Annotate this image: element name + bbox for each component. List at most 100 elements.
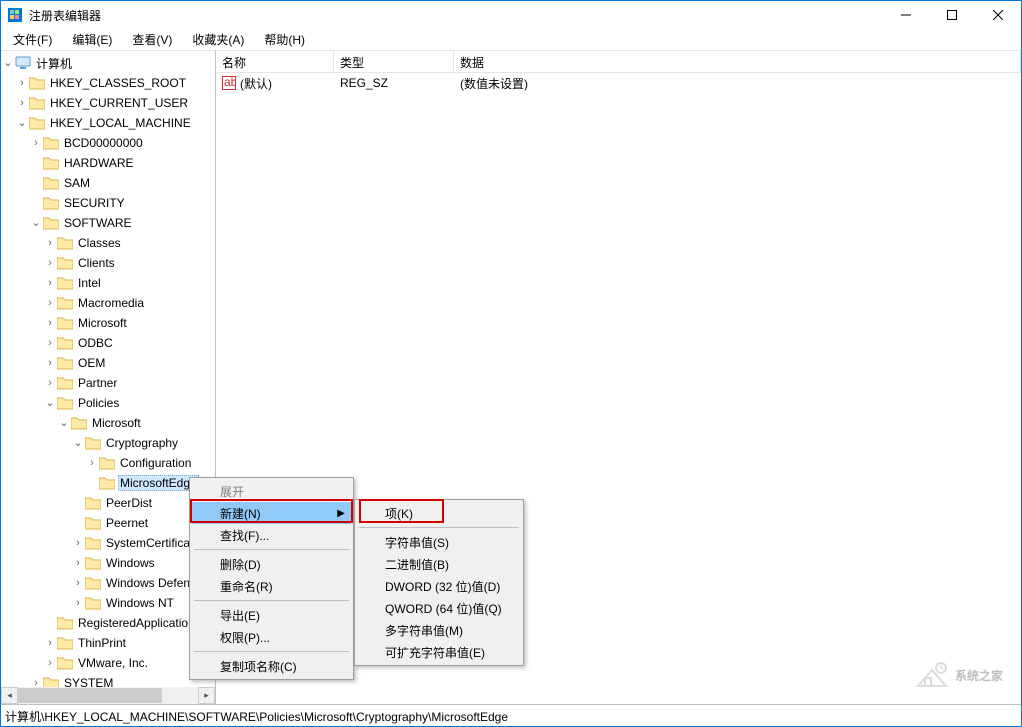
tree-hkcu[interactable]: ›HKEY_CURRENT_USER	[1, 93, 215, 113]
tree-peernet[interactable]: ›Peernet	[1, 513, 215, 533]
expander-icon[interactable]: ›	[43, 256, 57, 270]
tree-partner[interactable]: ›Partner	[1, 373, 215, 393]
statusbar: 计算机\HKEY_LOCAL_MACHINE\SOFTWARE\Policies…	[1, 704, 1021, 726]
ctx-permissions[interactable]: 权限(P)...	[192, 626, 351, 648]
ctx-new[interactable]: 新建(N)▶	[192, 502, 351, 524]
tree-oem[interactable]: ›OEM	[1, 353, 215, 373]
scroll-left-button[interactable]: ◂	[1, 687, 18, 704]
column-header-data[interactable]: 数据	[454, 51, 1021, 72]
expander-icon[interactable]: ⌄	[57, 416, 71, 430]
tree-security[interactable]: ›SECURITY	[1, 193, 215, 213]
ctx-new-key[interactable]: 项(K)	[357, 502, 521, 524]
expander-icon[interactable]: ⌄	[29, 216, 43, 230]
tree-windows[interactable]: ›Windows	[1, 553, 215, 573]
expander-icon[interactable]: ›	[71, 556, 85, 570]
expander-icon[interactable]: ⌄	[43, 396, 57, 410]
expander-icon[interactable]: ›	[71, 596, 85, 610]
folder-icon	[85, 496, 101, 510]
tree-clients[interactable]: ›Clients	[1, 253, 215, 273]
tree-hklm[interactable]: ⌄HKEY_LOCAL_MACHINE	[1, 113, 215, 133]
column-header-name[interactable]: 名称	[216, 51, 334, 72]
tree-pane[interactable]: ⌄计算机 ›HKEY_CLASSES_ROOT ›HKEY_CURRENT_US…	[1, 51, 216, 704]
ctx-new-qword[interactable]: QWORD (64 位)值(Q)	[357, 597, 521, 619]
expander-icon[interactable]: ⌄	[1, 56, 15, 70]
ctx-export[interactable]: 导出(E)	[192, 604, 351, 626]
tree-windowsdef[interactable]: ›Windows Defender	[1, 573, 215, 593]
tree-horizontal-scrollbar[interactable]: ◂ ▸	[1, 687, 215, 704]
tree-policies[interactable]: ⌄Policies	[1, 393, 215, 413]
tree-microsoft[interactable]: ›Microsoft	[1, 313, 215, 333]
expander-icon[interactable]: ›	[29, 136, 43, 150]
tree-microsoftedge[interactable]: ›MicrosoftEdge	[1, 473, 215, 493]
folder-icon	[43, 156, 59, 170]
folder-icon	[57, 636, 73, 650]
menu-favorites[interactable]: 收藏夹(A)	[184, 29, 252, 50]
menu-help[interactable]: 帮助(H)	[256, 29, 313, 50]
expander-icon[interactable]: ›	[43, 356, 57, 370]
scroll-thumb[interactable]	[18, 688, 162, 703]
ctx-new-binary[interactable]: 二进制值(B)	[357, 553, 521, 575]
tree-intel[interactable]: ›Intel	[1, 273, 215, 293]
expander-icon[interactable]: ›	[85, 456, 99, 470]
menu-view[interactable]: 查看(V)	[124, 29, 180, 50]
tree-hkcr[interactable]: ›HKEY_CLASSES_ROOT	[1, 73, 215, 93]
expander-icon[interactable]: ›	[71, 536, 85, 550]
tree-sam[interactable]: ›SAM	[1, 173, 215, 193]
expander-icon[interactable]: ⌄	[15, 116, 29, 130]
close-button[interactable]	[975, 1, 1021, 29]
svg-text:ab: ab	[224, 76, 236, 89]
expander-icon[interactable]: ›	[43, 336, 57, 350]
folder-icon	[43, 136, 59, 150]
expander-icon[interactable]: ›	[71, 576, 85, 590]
expander-icon[interactable]: ›	[43, 656, 57, 670]
tree-regapps[interactable]: ›RegisteredApplications	[1, 613, 215, 633]
computer-icon	[15, 56, 31, 70]
ctx-new-string[interactable]: 字符串值(S)	[357, 531, 521, 553]
expander-icon[interactable]: ›	[43, 276, 57, 290]
expander-icon[interactable]: ›	[43, 296, 57, 310]
maximize-button[interactable]	[929, 1, 975, 29]
tree-software[interactable]: ⌄SOFTWARE	[1, 213, 215, 233]
expander-icon[interactable]: ⌄	[71, 436, 85, 450]
minimize-button[interactable]	[883, 1, 929, 29]
expander-icon[interactable]: ›	[43, 236, 57, 250]
ctx-new-dword[interactable]: DWORD (32 位)值(D)	[357, 575, 521, 597]
list-row[interactable]: ab (默认) REG_SZ (数值未设置)	[216, 73, 1021, 93]
tree-windowsnt[interactable]: ›Windows NT	[1, 593, 215, 613]
tree-cryptography[interactable]: ⌄Cryptography	[1, 433, 215, 453]
ctx-delete[interactable]: 删除(D)	[192, 553, 351, 575]
menu-edit[interactable]: 编辑(E)	[64, 29, 120, 50]
ctx-new-expandstring[interactable]: 可扩充字符串值(E)	[357, 641, 521, 663]
tree-classes[interactable]: ›Classes	[1, 233, 215, 253]
expander-icon[interactable]: ›	[43, 636, 57, 650]
tree-macromedia[interactable]: ›Macromedia	[1, 293, 215, 313]
tree-hardware[interactable]: ›HARDWARE	[1, 153, 215, 173]
expander-icon[interactable]: ›	[43, 376, 57, 390]
tree-systemcert[interactable]: ›SystemCertificates	[1, 533, 215, 553]
folder-icon	[57, 236, 73, 250]
expander-icon[interactable]: ›	[15, 96, 29, 110]
tree-peerdist[interactable]: ›PeerDist	[1, 493, 215, 513]
expander-icon[interactable]: ›	[43, 316, 57, 330]
ctx-find[interactable]: 查找(F)...	[192, 524, 351, 546]
menu-file[interactable]: 文件(F)	[5, 29, 60, 50]
ctx-copykey[interactable]: 复制项名称(C)	[192, 655, 351, 677]
folder-icon	[29, 76, 45, 90]
ctx-new-multistring[interactable]: 多字符串值(M)	[357, 619, 521, 641]
tree-policies-microsoft[interactable]: ⌄Microsoft	[1, 413, 215, 433]
tree-configuration[interactable]: ›Configuration	[1, 453, 215, 473]
submenu-arrow-icon: ▶	[337, 508, 345, 519]
tree-odbc[interactable]: ›ODBC	[1, 333, 215, 353]
tree-vmware[interactable]: ›VMware, Inc.	[1, 653, 215, 673]
expander-icon[interactable]: ›	[15, 76, 29, 90]
tree-thinprint[interactable]: ›ThinPrint	[1, 633, 215, 653]
scroll-track[interactable]	[18, 687, 198, 704]
folder-icon	[57, 296, 73, 310]
tree-computer[interactable]: ⌄计算机	[1, 53, 215, 73]
ctx-rename[interactable]: 重命名(R)	[192, 575, 351, 597]
tree-bcd[interactable]: ›BCD00000000	[1, 133, 215, 153]
app-icon	[7, 7, 23, 23]
folder-icon	[85, 576, 101, 590]
column-header-type[interactable]: 类型	[334, 51, 454, 72]
scroll-right-button[interactable]: ▸	[198, 687, 215, 704]
